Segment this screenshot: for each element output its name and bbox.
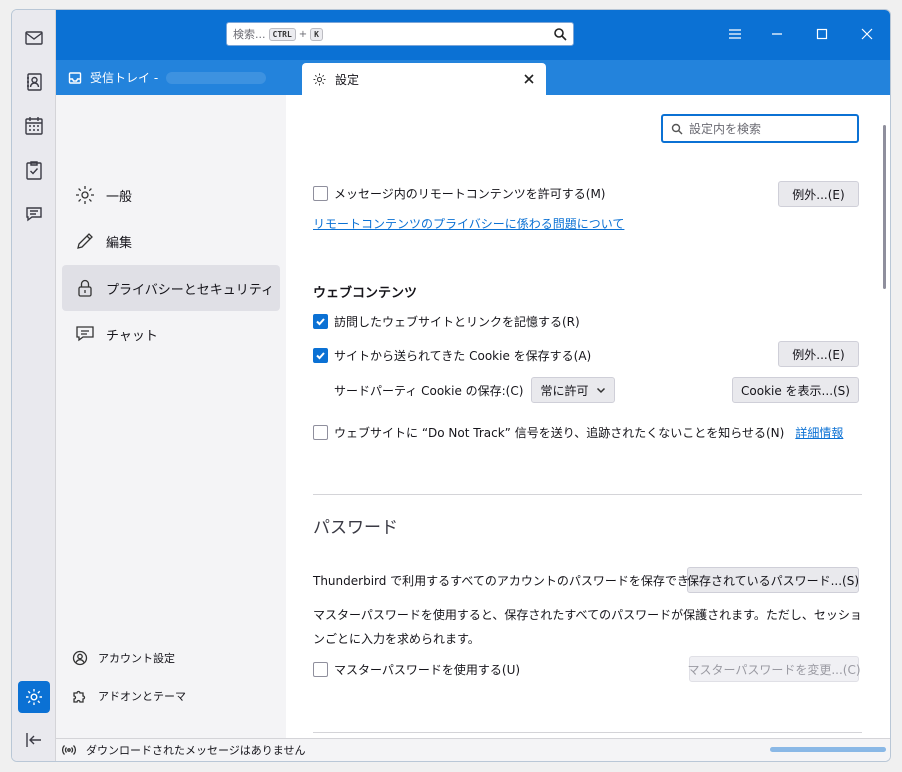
category-label: チャット	[106, 328, 158, 344]
cookie-exceptions-button[interactable]: 例外...(E)	[778, 341, 859, 367]
settings-category-list: 一般 編集 プライバシーとセキュリティ チャット アカウント設定 アドオンとテー…	[56, 95, 286, 740]
third-party-cookie-label: サードパーティ Cookie の保存:(C)	[334, 383, 524, 398]
shortcut-k-key: K	[310, 27, 323, 41]
gear-icon	[313, 73, 326, 85]
settings-content: 設定内を検索 メッセージ内のリモートコンテンツを許可する(M) 例外...(E)…	[286, 95, 890, 740]
gear-icon	[76, 186, 94, 204]
activity-progress-bar	[770, 747, 886, 752]
section-divider	[313, 494, 862, 495]
remote-content-checkbox[interactable]	[313, 186, 328, 201]
tab-inbox-label: 受信トレイ -	[90, 71, 159, 85]
accept-cookies-row: サイトから送られてきた Cookie を保存する(A)	[313, 347, 591, 364]
shortcut-ctrl-key: CTRL	[268, 27, 296, 41]
addons-themes-link[interactable]: アドオンとテーマ	[72, 688, 186, 704]
remember-sites-row: 訪問したウェブサイトとリンクを記憶する(R)	[313, 313, 580, 330]
do-not-track-checkbox[interactable]	[313, 425, 328, 440]
tasks-icon[interactable]	[18, 154, 50, 186]
do-not-track-label: ウェブサイトに “Do Not Track” 信号を送り、追跡されたくないことを…	[334, 426, 785, 440]
chat-icon	[76, 326, 94, 342]
search-placeholder: 検索...	[233, 28, 266, 41]
remote-privacy-link[interactable]: リモートコンテンツのプライバシーに係わる問題について	[313, 215, 624, 232]
collapse-icon[interactable]	[18, 724, 50, 756]
section-divider	[313, 732, 862, 733]
chat-icon[interactable]	[18, 198, 50, 230]
use-master-password-label: マスターパスワードを使用する(U)	[334, 663, 521, 677]
pencil-icon	[77, 233, 93, 249]
progress-fill	[770, 747, 886, 752]
find-in-settings-input[interactable]: 設定内を検索	[661, 114, 859, 143]
lock-icon	[78, 279, 92, 297]
use-master-password-checkbox[interactable]	[313, 662, 328, 677]
tab-inbox[interactable]: 受信トレイ -	[56, 60, 296, 95]
address-book-icon[interactable]	[18, 66, 50, 98]
account-settings-label: アカウント設定	[98, 652, 175, 665]
close-window-icon[interactable]	[856, 23, 878, 45]
accept-cookies-label: サイトから送られてきた Cookie を保存する(A)	[334, 349, 592, 363]
saved-passwords-button[interactable]: 保存されているパスワード...(S)	[687, 567, 859, 593]
app-window: 検索... CTRL + K 受信トレイ - 設定 一般 編集 プライバシーとセ…	[11, 9, 891, 762]
category-label: プライバシーとセキュリティ	[106, 282, 274, 298]
inbox-icon	[68, 71, 82, 84]
status-bar: ダウンロードされたメッセージはありません	[56, 738, 890, 761]
hamburger-menu-icon[interactable]	[724, 23, 746, 45]
remember-sites-checkbox[interactable]	[313, 314, 328, 329]
chevron-down-icon	[597, 387, 606, 394]
global-search-input[interactable]: 検索... CTRL + K	[226, 22, 574, 46]
category-general[interactable]: 一般	[62, 172, 280, 218]
category-chat[interactable]: チャット	[62, 311, 280, 357]
category-composition[interactable]: 編集	[62, 218, 280, 264]
account-name-redacted	[166, 71, 267, 84]
online-status-icon[interactable]	[62, 743, 76, 757]
master-password-description: マスターパスワードを使用すると、保存されたすべてのパスワードが保護されます。ただ…	[313, 608, 862, 646]
search-icon	[671, 123, 683, 134]
category-label: 編集	[106, 235, 133, 251]
remember-sites-label: 訪問したウェブサイトとリンクを記憶する(R)	[334, 315, 580, 329]
calendar-icon[interactable]	[18, 110, 50, 142]
minimize-icon[interactable]	[766, 23, 788, 45]
mail-icon[interactable]	[18, 22, 50, 54]
remote-content-exceptions-button[interactable]: 例外...(E)	[778, 181, 859, 207]
third-party-cookie-row: サードパーティ Cookie の保存:(C) 常に許可	[334, 377, 616, 403]
change-master-password-button: マスターパスワードを変更...(C)	[687, 656, 861, 682]
scrollbar[interactable]	[883, 125, 886, 289]
spaces-toolbar	[12, 10, 56, 761]
account-icon	[72, 650, 88, 666]
do-not-track-more-link[interactable]: 詳細情報	[795, 424, 843, 441]
remote-content-label: メッセージ内のリモートコンテンツを許可する(M)	[334, 187, 606, 201]
tab-strip: 受信トレイ - 設定	[56, 60, 890, 95]
gear-icon[interactable]	[18, 681, 50, 713]
web-content-heading: ウェブコンテンツ	[313, 286, 418, 301]
shortcut-plus: +	[298, 28, 308, 40]
category-privacy-security[interactable]: プライバシーとセキュリティ	[62, 265, 280, 311]
account-settings-link[interactable]: アカウント設定	[72, 650, 175, 666]
show-cookies-button[interactable]: Cookie を表示...(S)	[732, 377, 859, 403]
tab-settings[interactable]: 設定	[302, 63, 546, 95]
addons-themes-label: アドオンとテーマ	[98, 690, 186, 703]
find-placeholder: 設定内を検索	[689, 122, 762, 136]
puzzle-icon	[73, 690, 86, 703]
accept-cookies-checkbox[interactable]	[313, 348, 328, 363]
use-master-password-row: マスターパスワードを使用する(U)	[313, 661, 520, 678]
close-tab-icon[interactable]	[522, 72, 536, 86]
third-party-cookie-value: 常に許可	[540, 383, 589, 398]
status-message: ダウンロードされたメッセージはありません	[86, 744, 306, 757]
title-bar: 検索... CTRL + K	[56, 10, 890, 60]
third-party-cookie-select[interactable]: 常に許可	[531, 377, 616, 403]
category-label: 一般	[106, 189, 133, 205]
remote-content-row: メッセージ内のリモートコンテンツを許可する(M)	[313, 185, 605, 202]
maximize-icon[interactable]	[811, 23, 833, 45]
search-icon	[553, 27, 567, 41]
passwords-section-title: パスワード	[313, 518, 398, 538]
tab-settings-label: 設定	[335, 72, 360, 87]
do-not-track-row: ウェブサイトに “Do Not Track” 信号を送り、追跡されたくないことを…	[313, 424, 843, 441]
